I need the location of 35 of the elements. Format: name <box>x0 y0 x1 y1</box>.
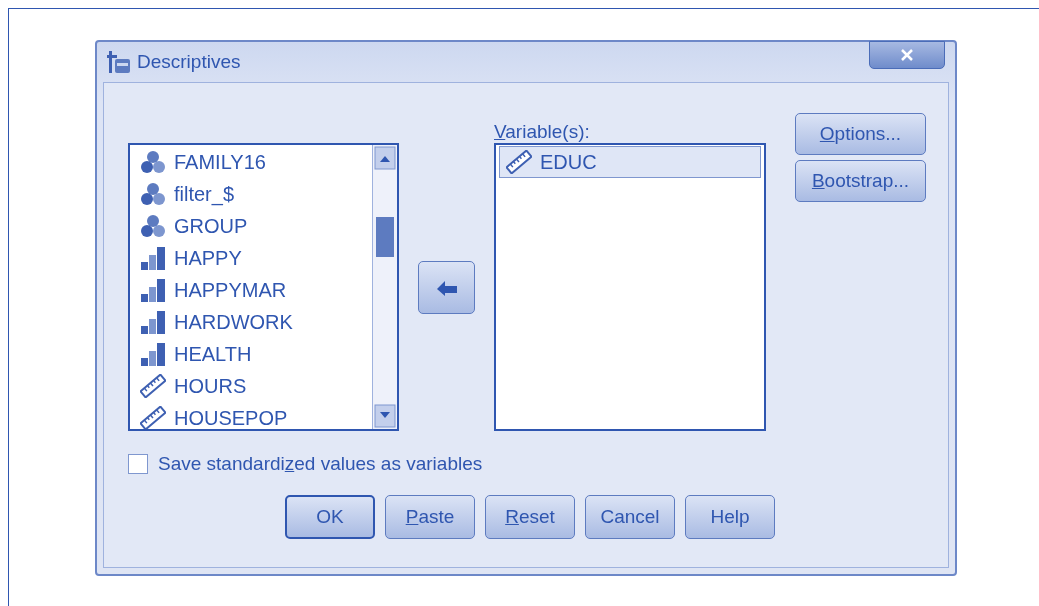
variable-list[interactable]: EDUC <box>494 143 766 431</box>
list-item[interactable]: EDUC <box>499 146 761 178</box>
list-item[interactable]: HAPPYMAR <box>133 274 369 306</box>
list-label: Variable(s): <box>494 121 591 143</box>
dialog-button[interactable]: Options... <box>795 113 926 155</box>
dialog-button[interactable]: Cancel <box>585 495 675 539</box>
bar-chart-icon <box>140 310 166 334</box>
window-title: Descriptives <box>137 51 242 73</box>
dialog-button[interactable]: Bootstrap... <box>795 160 926 202</box>
move-button[interactable] <box>418 261 475 314</box>
app-icon <box>107 50 131 74</box>
list-item[interactable]: HOURS <box>133 370 369 402</box>
bar-chart-icon <box>140 342 166 366</box>
checkbox[interactable] <box>128 454 148 474</box>
dialog-button[interactable]: Help <box>685 495 775 539</box>
nominal-icon <box>140 214 166 238</box>
dialog-button[interactable]: OK <box>285 495 375 539</box>
nominal-icon <box>140 182 166 206</box>
list-item[interactable]: HOUSEPOP <box>133 402 369 429</box>
variable-list[interactable]: FAMILY16 filter_$ GROUP HAPPY HAPPYMAR HARDWORK HEALTH HOURS HOUSEPOP <box>128 143 399 431</box>
list-item[interactable]: HARDWORK <box>133 306 369 338</box>
list-item[interactable]: HAPPY <box>133 242 369 274</box>
list-item[interactable]: HEALTH <box>133 338 369 370</box>
checkbox-label: Save standardized values as variables <box>158 453 483 475</box>
list-item[interactable]: filter_$ <box>133 178 369 210</box>
dialog-button[interactable]: Reset <box>485 495 575 539</box>
close-button[interactable] <box>869 41 945 69</box>
list-item[interactable]: FAMILY16 <box>133 146 369 178</box>
nominal-icon <box>140 150 166 174</box>
bar-chart-icon <box>140 278 166 302</box>
bar-chart-icon <box>140 246 166 270</box>
scroll-bar[interactable] <box>372 145 397 429</box>
close-icon <box>901 49 913 61</box>
dialog-button[interactable]: Paste <box>385 495 475 539</box>
list-item[interactable]: GROUP <box>133 210 369 242</box>
